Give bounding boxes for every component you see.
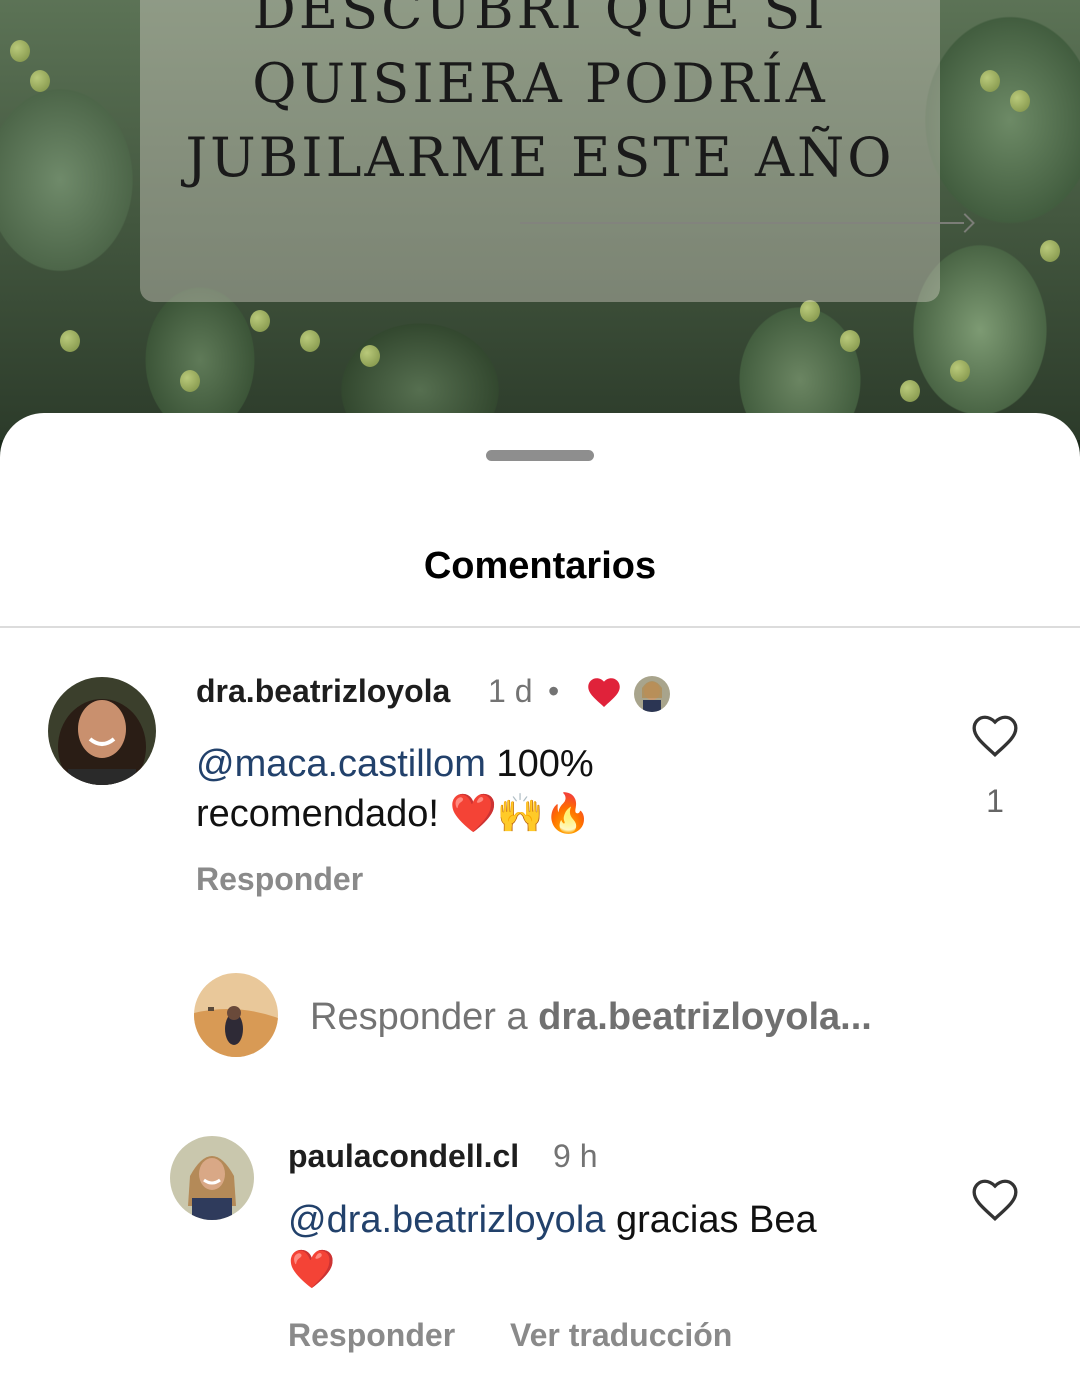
cactus-fruit <box>180 370 200 392</box>
cactus-fruit <box>900 380 920 402</box>
comment-time: 1 d <box>488 673 533 709</box>
cactus-fruit <box>1010 90 1030 112</box>
mention-link[interactable]: @maca.castillom <box>196 743 486 785</box>
post-title-line: QUISIERA PODRÍA <box>252 52 828 115</box>
sheet-drag-handle[interactable] <box>486 450 594 461</box>
like-heart-icon[interactable] <box>970 713 1020 759</box>
comment-text: @dra.beatrizloyola gracias Bea ❤️ <box>288 1195 817 1295</box>
cactus-fruit <box>360 345 380 367</box>
post-title-line: JUBILARME ESTE AÑO <box>185 126 895 189</box>
cactus-fruit <box>10 40 30 62</box>
comment-text: @maca.castillom 100% recomendado! ❤️🙌🔥 <box>196 739 594 839</box>
avatar-photo <box>48 677 156 785</box>
reply-button[interactable]: Responder <box>288 1317 455 1354</box>
comment-username[interactable]: dra.beatrizloyola <box>196 673 450 710</box>
cactus-fruit <box>300 330 320 352</box>
like-count: 1 <box>986 783 1004 819</box>
cactus-fruit <box>250 310 270 332</box>
comment-time: 9 h <box>553 1138 598 1174</box>
red-heart-emoji: ❤️ <box>288 1249 336 1291</box>
cactus-fruit <box>800 300 820 322</box>
raising-hands-emoji: 🙌 <box>496 793 545 835</box>
cactus-fruit <box>840 330 860 352</box>
reply-button[interactable]: Responder <box>196 861 363 898</box>
meta-separator: • <box>548 673 560 709</box>
avatar[interactable] <box>170 1136 254 1220</box>
post-title-line: DESCUBRÍ QUE SI <box>252 0 828 41</box>
creator-avatar <box>634 676 670 712</box>
creator-liked-heart-icon <box>586 675 622 709</box>
translate-button[interactable]: Ver traducción <box>510 1317 732 1354</box>
comment-text-part: recomendado! <box>196 793 450 835</box>
cactus-fruit <box>1040 240 1060 262</box>
like-heart-icon[interactable] <box>970 1177 1020 1223</box>
cactus-fruit <box>950 360 970 382</box>
comment-text-part: 100% <box>485 743 594 785</box>
header-divider <box>0 626 1080 628</box>
reply-input[interactable]: Responder a dra.beatrizloyola... <box>310 996 872 1039</box>
post-title-card: DESCUBRÍ QUE SI QUISIERA PODRÍA JUBILARM… <box>140 0 940 302</box>
avatar[interactable] <box>48 677 156 785</box>
cactus-fruit <box>60 330 80 352</box>
reply-input-prefix: Responder a <box>310 996 539 1038</box>
red-heart-emoji: ❤️ <box>449 793 497 835</box>
comment-username[interactable]: paulacondell.cl <box>288 1138 519 1175</box>
cactus-fruit <box>30 70 50 92</box>
mention-link[interactable]: @dra.beatrizloyola <box>288 1199 605 1241</box>
swipe-arrow-line <box>520 222 964 224</box>
cactus-fruit <box>980 70 1000 92</box>
comments-sheet: Comentarios dra.beatrizloyola 1 d • @mac… <box>0 413 1080 1381</box>
sheet-title: Comentarios <box>423 545 657 587</box>
arrow-right-icon <box>955 213 975 233</box>
fire-emoji: 🔥 <box>544 793 592 835</box>
current-user-avatar <box>194 973 278 1057</box>
reply-input-target: dra.beatrizloyola... <box>538 996 872 1038</box>
post-background-image: DESCUBRÍ QUE SI QUISIERA PODRÍA JUBILARM… <box>0 0 1080 440</box>
comment-text-part: gracias Bea <box>605 1199 817 1241</box>
